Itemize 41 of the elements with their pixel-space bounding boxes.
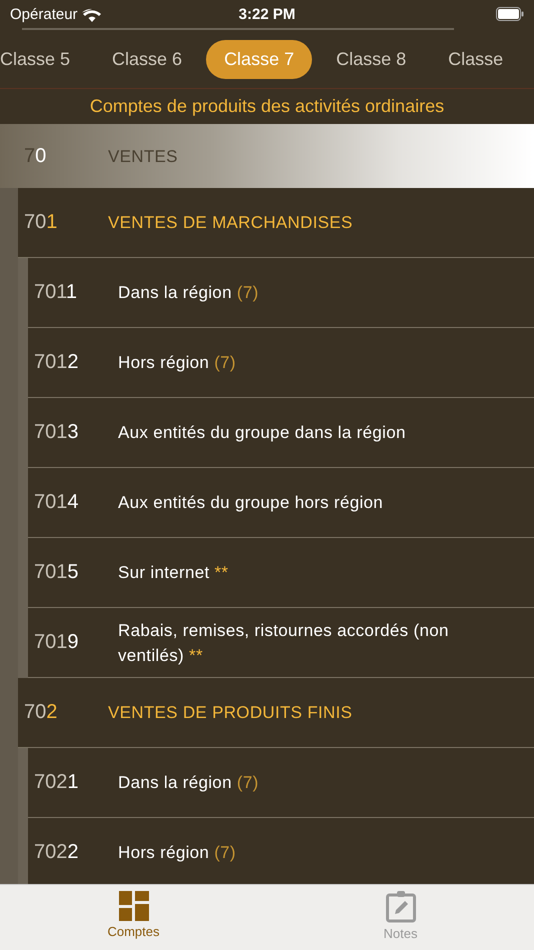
class-tab[interactable]: Classe 8 bbox=[318, 40, 424, 78]
account-title: Dans la région (7) bbox=[118, 282, 259, 304]
group-header[interactable]: 701 VENTES DE MARCHANDISES bbox=[18, 188, 534, 258]
account-number: 7013 bbox=[34, 421, 80, 444]
account-number: 701 bbox=[24, 211, 58, 234]
battery-icon bbox=[496, 7, 524, 21]
wifi-icon bbox=[82, 6, 102, 22]
grid-icon bbox=[118, 891, 148, 921]
account-number: 7014 bbox=[34, 491, 80, 514]
account-title: Dans la région (7) bbox=[118, 772, 259, 794]
account-row[interactable]: 7021 Dans la région (7) bbox=[28, 748, 534, 818]
clipboard-icon bbox=[386, 891, 416, 923]
account-title: Hors région (7) bbox=[118, 352, 236, 374]
account-title: VENTES bbox=[108, 146, 178, 168]
account-row[interactable]: 7011 Dans la région (7) bbox=[28, 258, 534, 328]
account-title: Rabais, remises, ristournes accordés (non ventilés) ** bbox=[118, 620, 450, 666]
account-title: Aux entités du groupe dans la région bbox=[118, 422, 406, 444]
status-time: 3:22 PM bbox=[238, 6, 296, 22]
group-header[interactable]: 702 VENTES DE PRODUITS FINIS bbox=[18, 678, 534, 748]
class-tab[interactable]: Classe bbox=[430, 40, 522, 78]
account-number: 7019 bbox=[34, 631, 80, 654]
account-title: VENTES DE MARCHANDISES bbox=[108, 212, 353, 234]
account-number: 7015 bbox=[34, 561, 80, 584]
account-row[interactable]: 7013 Aux entités du groupe dans la région bbox=[28, 398, 534, 468]
account-number: 7011 bbox=[34, 281, 78, 304]
account-title: Aux entités du groupe hors région bbox=[118, 492, 384, 514]
account-row[interactable]: 7012 Hors région (7) bbox=[28, 328, 534, 398]
account-number: 7012 bbox=[34, 351, 80, 374]
account-title: Hors région (7) bbox=[118, 842, 236, 864]
account-title: VENTES DE PRODUITS FINIS bbox=[108, 702, 352, 724]
account-row[interactable]: 7019 Rabais, remises, ristournes accordés (non ventilés) ** bbox=[28, 608, 534, 678]
class-tab[interactable]: Classe 5 bbox=[0, 40, 88, 78]
tab-bar-item[interactable]: Comptes bbox=[0, 885, 267, 950]
account-title: Sur internet ** bbox=[118, 562, 228, 584]
carrier-label: Opérateur bbox=[10, 6, 78, 22]
account-row[interactable]: 7014 Aux entités du groupe hors région bbox=[28, 468, 534, 538]
account-number: 702 bbox=[24, 701, 58, 724]
account-number: 7021 bbox=[34, 771, 80, 794]
class-tab[interactable]: Classe 6 bbox=[94, 40, 200, 78]
account-row[interactable]: 7015 Sur internet ** bbox=[28, 538, 534, 608]
account-number: 7022 bbox=[34, 841, 80, 864]
